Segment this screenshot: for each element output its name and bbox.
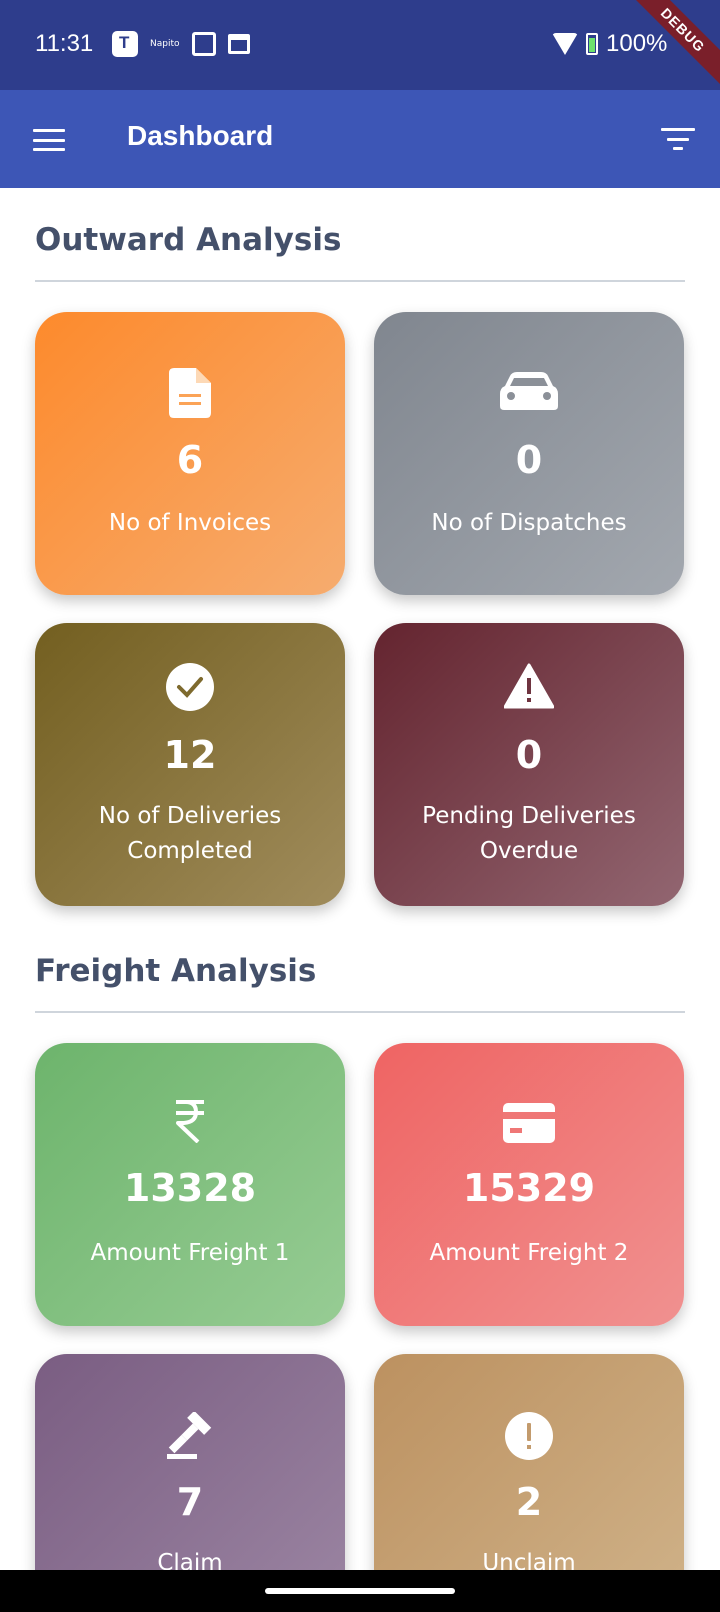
card-invoices[interactable]: 6 No of Invoices [35, 312, 345, 595]
card-dispatches[interactable]: 0 No of Dispatches [374, 312, 684, 595]
teams-icon [112, 31, 138, 57]
card-label: Amount Freight 2 [429, 1240, 629, 1266]
document-icon [169, 368, 211, 418]
section-title-outward: Outward Analysis [35, 222, 342, 258]
card-value: 6 [176, 438, 204, 482]
card-label: Amount Freight 1 [90, 1240, 290, 1266]
menu-icon[interactable] [33, 129, 65, 151]
card-value: 0 [515, 733, 543, 777]
card-amount-freight-2[interactable]: 15329 Amount Freight 2 [374, 1043, 684, 1326]
device-icon [191, 32, 216, 56]
app-bar: Dashboard [0, 90, 720, 188]
card-value: 15329 [462, 1166, 596, 1210]
card-value: 12 [163, 733, 217, 777]
section-divider [35, 280, 685, 282]
napito-icon: Napito [150, 39, 180, 49]
gavel-icon [167, 1412, 212, 1459]
card-value: 13328 [123, 1166, 257, 1210]
wifi-icon [552, 33, 578, 55]
section-divider [35, 1011, 685, 1013]
filter-icon[interactable] [661, 128, 695, 152]
notification-icons: Napito [112, 31, 250, 57]
status-time: 11:31 [35, 30, 94, 57]
home-gesture-handle[interactable] [265, 1588, 455, 1594]
card-value: 2 [515, 1480, 543, 1524]
rupee-icon [176, 1100, 204, 1143]
warning-icon [504, 663, 554, 709]
check-circle-icon [166, 663, 214, 711]
status-bar: 11:31 Napito 100% DEBUG [0, 0, 720, 99]
card-pending-overdue[interactable]: 0 Pending Deliveries Overdue [374, 623, 684, 906]
calendar-icon [227, 34, 250, 54]
card-label: Pending Deliveries Overdue [422, 803, 636, 864]
card-deliveries-completed[interactable]: 12 No of Deliveries Completed [35, 623, 345, 906]
card-amount-freight-1[interactable]: 13328 Amount Freight 1 [35, 1043, 345, 1326]
page-title: Dashboard [127, 120, 274, 151]
card-label: No of Dispatches [431, 510, 627, 536]
car-icon [500, 372, 558, 410]
card-value: 0 [515, 438, 543, 482]
alert-circle-icon [505, 1412, 553, 1460]
battery-icon [586, 33, 598, 55]
card-label: No of Deliveries Completed [98, 803, 282, 864]
section-title-freight: Freight Analysis [35, 953, 317, 989]
card-value: 7 [176, 1480, 204, 1524]
system-icons: 100% [552, 30, 667, 58]
battery-percent: 100% [606, 30, 668, 57]
card-label: No of Invoices [108, 510, 272, 536]
credit-card-icon [503, 1103, 555, 1143]
